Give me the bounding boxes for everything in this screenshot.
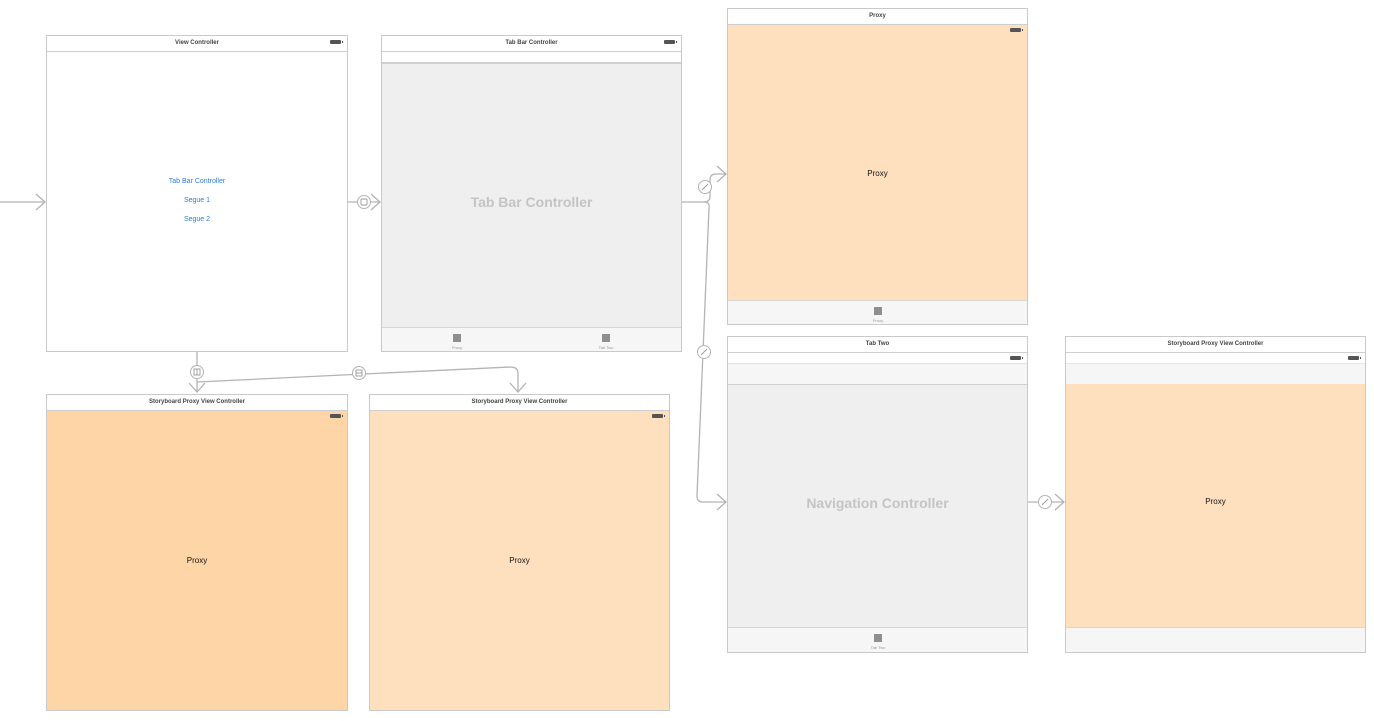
battery-icon — [1010, 356, 1023, 360]
scene-view-controller[interactable]: View Controller Tab Bar Controller Segue… — [46, 35, 348, 352]
navigation-bar — [1066, 363, 1365, 385]
tab-label: Tab Two — [870, 645, 886, 650]
placeholder-area: Tab Bar Controller — [382, 62, 681, 329]
proxy-label: Proxy — [1205, 497, 1226, 506]
link-icon — [1041, 498, 1049, 506]
scene-title: Tab Bar Controller — [382, 36, 681, 52]
scene-tab-two[interactable]: Tab Two Navigation Controller Tab Two — [727, 336, 1028, 653]
tab-bar: Proxy Tab Two — [382, 327, 681, 351]
scene-proxy[interactable]: Proxy Proxy Proxy — [727, 8, 1028, 325]
arrowhead — [188, 382, 206, 393]
relationship-icon — [360, 198, 368, 206]
navigation-bar — [728, 363, 1027, 386]
link-icon — [700, 348, 708, 356]
placeholder-label: Tab Bar Controller — [470, 194, 593, 210]
segue-badge — [697, 345, 711, 359]
scene-title: Storyboard Proxy View Controller — [370, 395, 669, 411]
tab-label: Proxy — [451, 345, 463, 350]
proxy-area: Proxy — [1066, 384, 1365, 627]
tab-bar — [1066, 627, 1365, 652]
arrowhead — [370, 193, 381, 211]
scene-title: Proxy — [728, 9, 1027, 25]
button-segue-2[interactable]: Segue 2 — [47, 216, 347, 223]
scene-title: View Controller — [47, 36, 347, 52]
tab-label: Tab Two — [598, 345, 614, 350]
square-icon — [602, 334, 610, 342]
segue-line — [196, 366, 519, 392]
arrowhead — [509, 382, 527, 393]
segue-badge — [357, 195, 371, 209]
proxy-area: Proxy — [47, 411, 347, 710]
placeholder-area: Navigation Controller — [728, 385, 1027, 627]
arrowhead — [716, 493, 727, 511]
segue-icon — [355, 369, 363, 377]
scene-title: Storyboard Proxy View Controller — [1066, 337, 1365, 353]
segue-badge — [352, 366, 366, 380]
tab-bar: Tab Two — [728, 627, 1027, 652]
segue-badge — [1038, 495, 1052, 509]
link-icon — [701, 183, 709, 191]
tab-proxy[interactable]: Proxy — [848, 301, 908, 324]
arrowhead — [35, 193, 46, 211]
battery-icon — [652, 414, 665, 418]
button-tab-bar-controller[interactable]: Tab Bar Controller — [47, 178, 347, 185]
button-segue-1[interactable]: Segue 1 — [47, 197, 347, 204]
battery-icon — [664, 40, 677, 44]
scene-title: Storyboard Proxy View Controller — [47, 395, 347, 411]
tab-bar: Proxy — [728, 300, 1027, 324]
arrowhead — [716, 165, 727, 183]
relationship-line — [682, 173, 726, 203]
relationship-line — [696, 201, 726, 503]
proxy-label: Proxy — [186, 556, 208, 565]
placeholder-label: Navigation Controller — [806, 495, 949, 511]
arrowhead — [1054, 493, 1065, 511]
proxy-label: Proxy — [867, 169, 888, 178]
square-icon — [453, 334, 461, 342]
battery-icon — [330, 40, 343, 44]
square-icon — [874, 634, 882, 642]
battery-icon — [330, 414, 343, 418]
tab-proxy[interactable]: Proxy — [427, 328, 487, 351]
square-icon — [874, 307, 882, 315]
proxy-area: Proxy — [728, 25, 1027, 300]
scene-storyboard-proxy-right[interactable]: Storyboard Proxy View Controller Proxy — [1065, 336, 1366, 653]
proxy-label: Proxy — [509, 556, 530, 565]
battery-icon — [1010, 28, 1023, 32]
segue-icon — [193, 368, 201, 376]
battery-icon — [1348, 356, 1361, 360]
scene-storyboard-proxy-2[interactable]: Storyboard Proxy View Controller Proxy — [369, 394, 670, 711]
scene-storyboard-proxy-1[interactable]: Storyboard Proxy View Controller Proxy — [46, 394, 348, 711]
segue-badge — [190, 365, 204, 379]
scene-title: Tab Two — [728, 337, 1027, 353]
tab-tab-two[interactable]: Tab Two — [576, 328, 636, 351]
proxy-area: Proxy — [370, 411, 669, 710]
tab-tab-two[interactable]: Tab Two — [848, 628, 908, 652]
tab-label: Proxy — [872, 318, 884, 323]
scene-tab-bar-controller[interactable]: Tab Bar Controller Tab Bar Controller Pr… — [381, 35, 682, 352]
segue-badge — [698, 180, 712, 194]
